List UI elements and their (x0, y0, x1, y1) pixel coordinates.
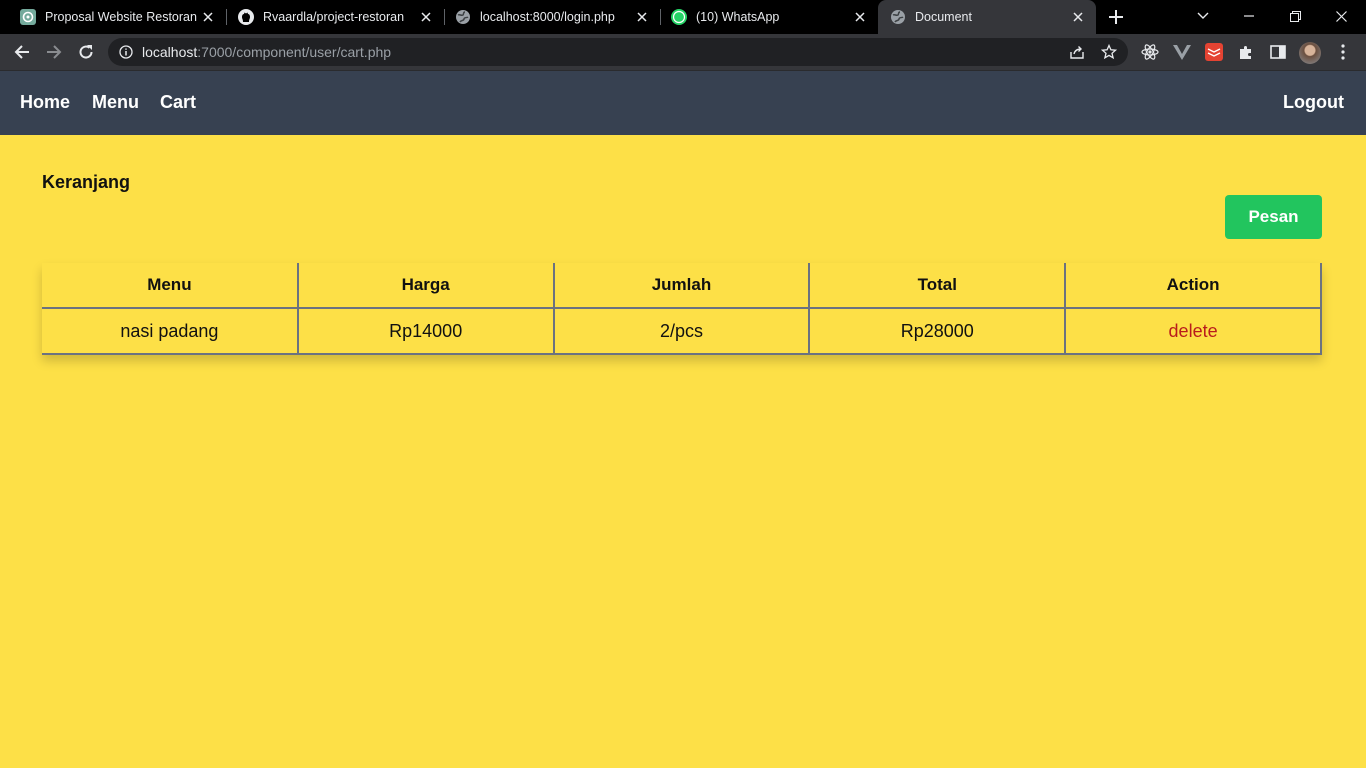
back-arrow-icon[interactable] (12, 42, 32, 62)
cell-action: delete (1064, 308, 1322, 355)
globe-icon (890, 9, 906, 25)
react-devtools-icon[interactable] (1140, 42, 1160, 62)
vue-devtools-icon[interactable] (1172, 42, 1192, 62)
close-icon[interactable] (634, 9, 650, 25)
tab-title: localhost:8000/login.php (480, 10, 615, 24)
browser-tab-strip: Proposal Website Restoran Rvaardla/proje… (0, 0, 1366, 34)
tab-document[interactable]: Document (878, 0, 1096, 34)
close-icon[interactable] (852, 9, 868, 25)
url-host: localhost (142, 44, 198, 60)
column-header-action: Action (1064, 263, 1322, 309)
nav-menu-link[interactable]: Menu (92, 92, 139, 113)
column-header-total: Total (808, 263, 1067, 309)
logout-link[interactable]: Logout (1283, 92, 1344, 113)
page-title: Keranjang (42, 172, 131, 192)
cell-total: Rp28000 (808, 308, 1067, 355)
close-icon[interactable] (1070, 9, 1086, 25)
github-icon (238, 9, 254, 25)
nav-home-link[interactable]: Home (20, 92, 70, 113)
url-text[interactable]: localhost:7000/component/user/cart.php (142, 44, 391, 60)
restore-button[interactable] (1272, 0, 1318, 32)
cell-menu: nasi padang (42, 308, 299, 355)
kebab-menu-icon[interactable] (1333, 42, 1353, 62)
table-row: nasi padang Rp14000 2/pcs Rp28000 delete (42, 308, 1322, 355)
bookmark-star-icon[interactable] (1100, 43, 1118, 61)
tab-title: (10) WhatsApp (696, 10, 780, 24)
cart-table: Menu Harga Jumlah Total Action nasi pada… (42, 263, 1322, 355)
reload-icon[interactable] (76, 42, 96, 62)
app-navbar: Home Menu Cart Logout (0, 71, 1366, 135)
share-icon[interactable] (1068, 43, 1086, 61)
tab-github-project-restoran[interactable]: Rvaardla/project-restoran (226, 0, 444, 34)
whatsapp-icon (671, 9, 687, 25)
tab-localhost-login[interactable]: localhost:8000/login.php (444, 0, 660, 34)
tab-title: Document (915, 10, 972, 24)
address-bar[interactable]: localhost:7000/component/user/cart.php (108, 38, 1128, 66)
close-icon[interactable] (418, 9, 434, 25)
close-icon[interactable] (200, 9, 216, 25)
browser-toolbar: localhost:7000/component/user/cart.php (0, 34, 1366, 71)
order-button[interactable]: Pesan (1225, 195, 1322, 239)
url-path: :7000/component/user/cart.php (197, 44, 392, 60)
nav-cart-link[interactable]: Cart (160, 92, 196, 113)
forward-arrow-icon[interactable] (44, 42, 64, 62)
cell-harga: Rp14000 (296, 308, 555, 355)
cell-jumlah: 2/pcs (552, 308, 811, 355)
tab-title: Rvaardla/project-restoran (263, 10, 405, 24)
column-header-menu: Menu (42, 263, 299, 309)
column-header-jumlah: Jumlah (552, 263, 811, 309)
table-header-row: Menu Harga Jumlah Total Action (42, 263, 1322, 309)
minimize-button[interactable] (1226, 0, 1272, 32)
tab-whatsapp[interactable]: (10) WhatsApp (660, 0, 878, 34)
window-close-button[interactable] (1318, 0, 1364, 32)
globe-icon (455, 9, 471, 25)
side-panel-icon[interactable] (1268, 42, 1288, 62)
delete-link[interactable]: delete (1169, 321, 1218, 341)
chatgpt-icon (20, 9, 36, 25)
column-header-harga: Harga (296, 263, 555, 309)
site-info-icon[interactable] (118, 44, 134, 60)
tab-title: Proposal Website Restoran (45, 10, 197, 24)
tab-proposal-website-restoran[interactable]: Proposal Website Restoran (0, 0, 226, 34)
todoist-icon[interactable] (1204, 42, 1224, 62)
tab-search-chevron-down-icon[interactable] (1180, 0, 1226, 32)
extensions-puzzle-icon[interactable] (1236, 42, 1256, 62)
new-tab-button[interactable] (1107, 8, 1125, 26)
profile-avatar[interactable] (1299, 42, 1321, 64)
